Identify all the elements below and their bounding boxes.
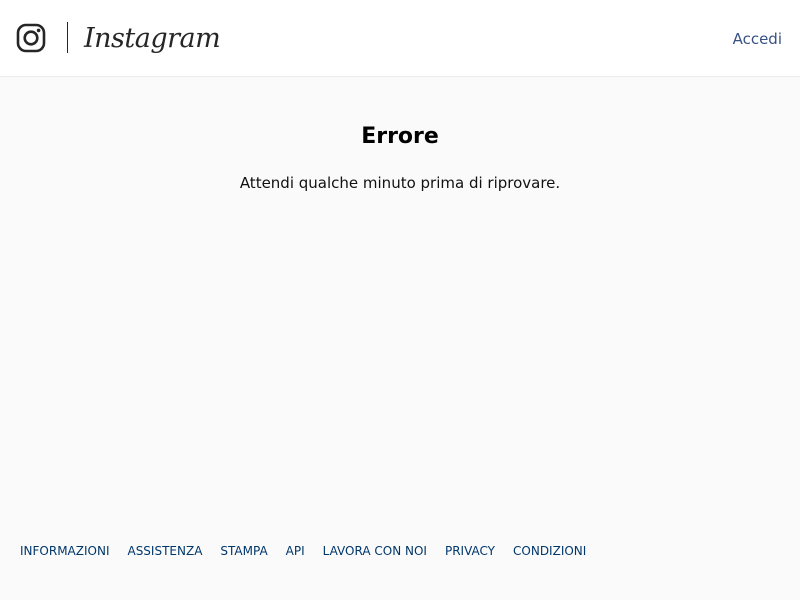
footer-link-stampa[interactable]: STAMPA (220, 543, 267, 559)
footer-link-informazioni[interactable]: INFORMAZIONI (20, 543, 109, 559)
instagram-camera-icon[interactable] (16, 23, 46, 53)
instagram-wordmark-logo[interactable]: Instagram (84, 18, 221, 60)
footer-link-assistenza[interactable]: ASSISTENZA (127, 543, 202, 559)
login-link[interactable]: Accedi (733, 29, 782, 49)
top-nav-bar: Instagram Accedi (0, 0, 800, 77)
footer-links: INFORMAZIONI ASSISTENZA STAMPA API LAVOR… (20, 543, 604, 559)
error-message: Attendi qualche minuto prima di riprovar… (239, 174, 561, 192)
footer-link-api[interactable]: API (286, 543, 305, 559)
logo-divider (67, 22, 68, 53)
error-title: Errore (361, 124, 439, 149)
footer-link-lavora-con-noi[interactable]: LAVORA CON NOI (323, 543, 427, 559)
footer-link-condizioni[interactable]: CONDIZIONI (513, 543, 586, 559)
footer-link-privacy[interactable]: PRIVACY (445, 543, 495, 559)
